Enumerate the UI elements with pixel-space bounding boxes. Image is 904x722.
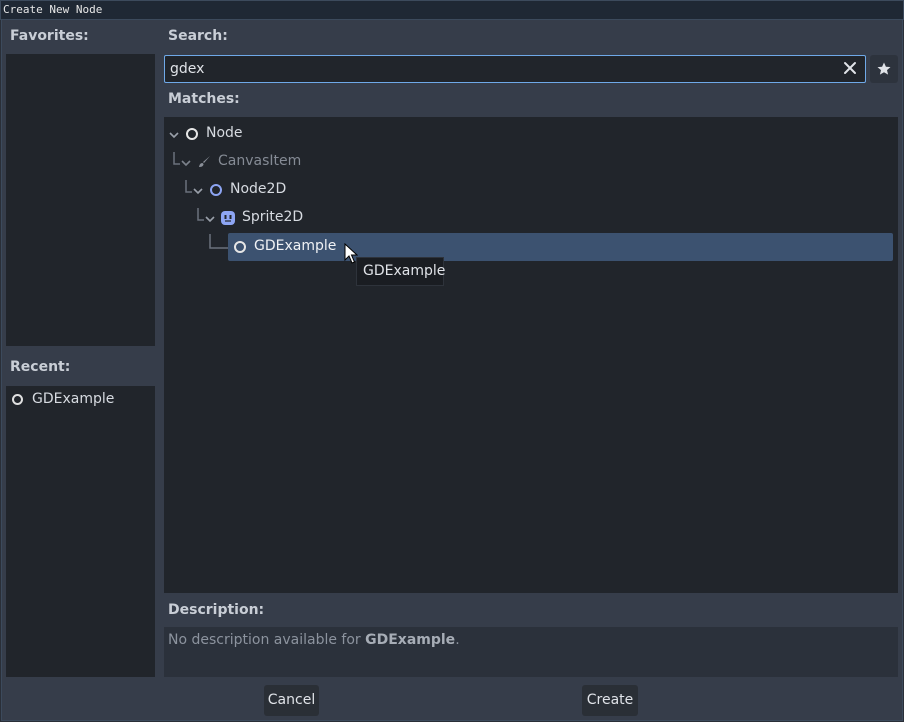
- description-suffix: .: [455, 632, 460, 648]
- cancel-button[interactable]: Cancel: [264, 685, 319, 716]
- description-label: Description:: [168, 602, 265, 618]
- description-text: No description available for GDExample.: [168, 632, 460, 648]
- tree-item-label: Sprite2D: [242, 209, 304, 225]
- tree-item-gdexample[interactable]: GDExample: [228, 234, 888, 260]
- circle-node-icon: [186, 128, 198, 140]
- sprite-icon: [221, 211, 235, 225]
- description-prefix: No description available for: [168, 632, 366, 648]
- circle-node-icon: [234, 241, 246, 253]
- description-node-name: GDExample: [365, 632, 456, 648]
- circle-node2d-icon: [210, 184, 222, 196]
- chevron-down-icon[interactable]: [204, 214, 216, 224]
- chevron-down-icon[interactable]: [180, 158, 192, 168]
- brush-icon: [199, 156, 210, 167]
- tooltip-text: GDExample: [363, 263, 446, 279]
- tree-guide-lines: [173, 152, 228, 249]
- tree-item-node[interactable]: Node: [168, 121, 888, 147]
- tree-item-label: Node: [206, 125, 243, 141]
- tooltip: GDExample: [356, 257, 446, 286]
- create-button[interactable]: Create: [582, 685, 638, 716]
- tree-item-sprite2d[interactable]: Sprite2D: [204, 205, 888, 231]
- chevron-down-icon[interactable]: [168, 130, 180, 140]
- tree-item-node2d[interactable]: Node2D: [192, 177, 888, 203]
- chevron-down-icon[interactable]: [192, 186, 204, 196]
- tree-item-canvasitem[interactable]: CanvasItem: [180, 149, 888, 175]
- tree-item-label: Node2D: [230, 181, 287, 197]
- tree-item-label: GDExample: [254, 238, 337, 254]
- tree-item-label: CanvasItem: [218, 153, 302, 169]
- description-panel: No description available for GDExample.: [164, 627, 898, 677]
